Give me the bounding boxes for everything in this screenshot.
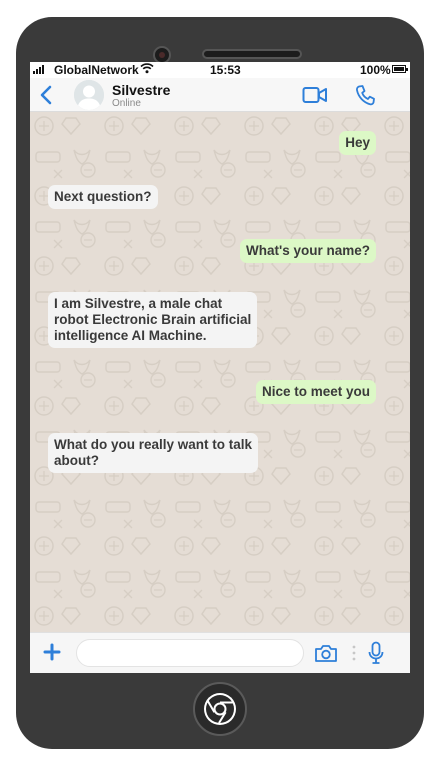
message-input[interactable] — [76, 639, 304, 667]
message-bubble-outgoing[interactable]: Nice to meet you — [255, 380, 376, 404]
default-avatar-icon — [74, 80, 104, 110]
contact-name[interactable]: Silvestre — [112, 82, 170, 98]
message-bubble-incoming[interactable]: Next question? — [48, 185, 158, 209]
chat-header: Silvestre Online — [30, 78, 410, 112]
message-bubble-outgoing[interactable]: What's your name? — [240, 239, 376, 263]
camera-icon[interactable] — [314, 642, 338, 664]
signal-strength-icon — [33, 65, 44, 74]
earpiece-speaker — [202, 49, 302, 59]
plus-icon[interactable] — [43, 643, 61, 661]
battery-icon — [392, 65, 408, 73]
home-button[interactable] — [193, 682, 247, 736]
message-bubble-incoming[interactable]: I am Silvestre, a male chat robot Electr… — [48, 292, 258, 348]
message-bubble-outgoing[interactable]: Hey — [339, 131, 376, 155]
clock-time: 15:53 — [210, 63, 241, 77]
carrier-name: GlobalNetwork — [54, 63, 139, 77]
status-bar: GlobalNetwork 15:53 100% — [30, 62, 410, 78]
microphone-icon[interactable] — [368, 641, 384, 665]
back-arrow-icon[interactable] — [38, 84, 54, 106]
phone-call-icon[interactable] — [355, 84, 375, 106]
message-input-bar — [30, 632, 410, 673]
browser-logo-icon — [204, 693, 236, 725]
message-bubble-incoming[interactable]: What do you really want to talk about? — [48, 433, 259, 473]
battery-percentage: 100% — [360, 63, 391, 77]
phone-screen: GlobalNetwork 15:53 100% Silvestre Onlin… — [30, 62, 410, 673]
contact-status: Online — [112, 98, 141, 109]
wifi-icon — [140, 62, 154, 77]
video-call-icon[interactable] — [302, 86, 328, 104]
separator-dots-icon — [352, 645, 356, 661]
chat-area[interactable]: Hey Next question? What's your name? I a… — [30, 112, 410, 632]
avatar[interactable] — [74, 80, 104, 110]
